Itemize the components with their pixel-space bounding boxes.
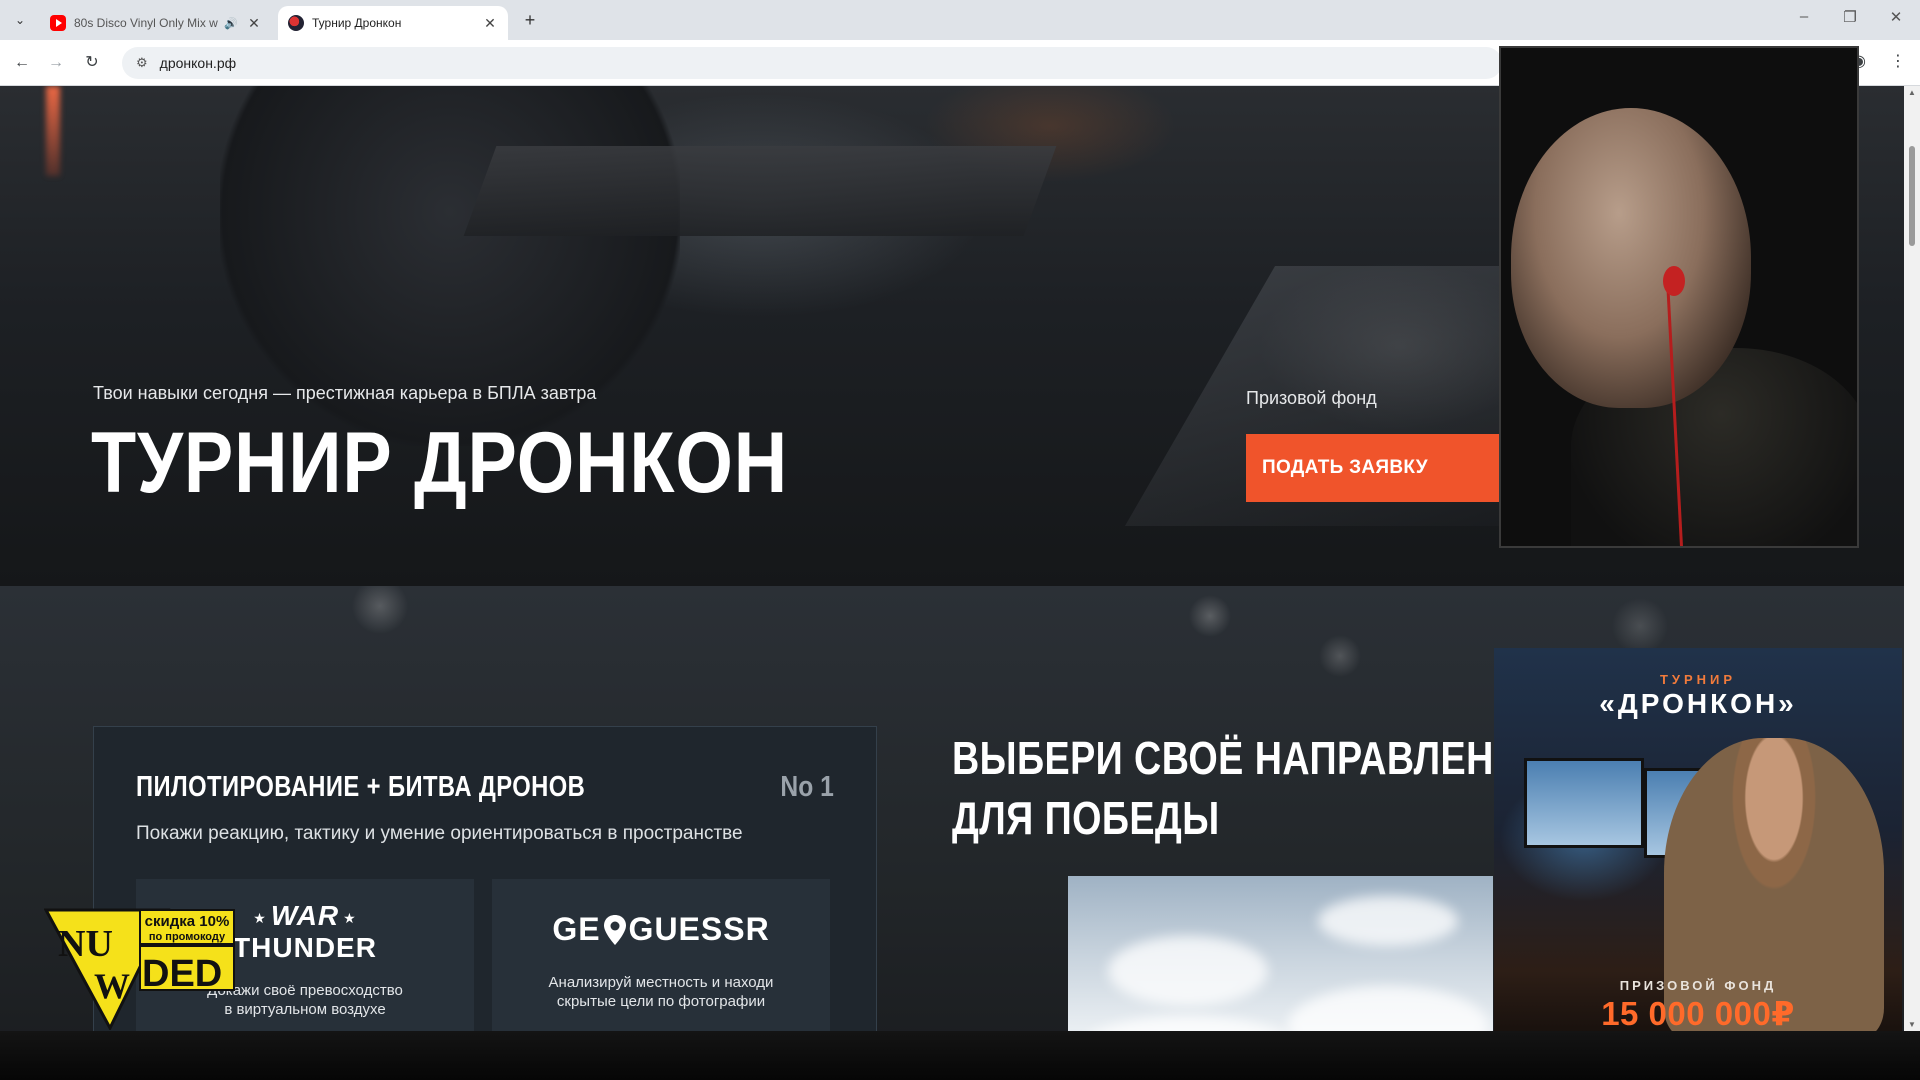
gamer-image xyxy=(1664,738,1884,1038)
chevron-down-icon: ⌄ xyxy=(14,13,26,27)
site-info-icon[interactable]: ⚙ xyxy=(136,55,148,71)
tab-title: Турнир Дронкон xyxy=(312,16,402,30)
speaker-icon[interactable]: 🔊 xyxy=(224,17,238,30)
dronkon-icon xyxy=(288,15,304,31)
close-window-icon[interactable]: ✕ xyxy=(1876,8,1916,26)
tab-youtube[interactable]: 80s Disco Vinyl Only Mix w 🔊 ✕ xyxy=(40,6,272,40)
back-icon[interactable]: ← xyxy=(10,51,34,75)
map-pin-icon xyxy=(602,914,628,946)
minimize-icon[interactable]: – xyxy=(1784,8,1824,25)
webcam-overlay xyxy=(1499,46,1859,548)
reload-icon[interactable]: ↻ xyxy=(80,51,104,75)
bottom-background-strip xyxy=(0,1031,1920,1080)
scroll-up-icon[interactable]: ▲ xyxy=(1907,88,1917,97)
tab-strip: ⌄ 80s Disco Vinyl Only Mix w 🔊 ✕ Турнир … xyxy=(0,0,1920,40)
ad-fund-label: ПРИЗОВОЙ ФОНД xyxy=(1619,978,1777,993)
direction-number: No 1 xyxy=(780,771,834,803)
address-bar[interactable]: ⚙ дронкон.рф xyxy=(122,47,1502,79)
restore-icon[interactable]: ❐ xyxy=(1830,8,1870,26)
svg-text:по промокоду: по промокоду xyxy=(149,931,226,943)
prize-fund-label: Призовой фонд xyxy=(1246,388,1377,408)
scroll-thumb[interactable] xyxy=(1909,146,1915,246)
tab-dronkon[interactable]: Турнир Дронкон ✕ xyxy=(278,6,508,40)
ad-subtitle: ТУРНИР xyxy=(1659,672,1737,687)
youtube-icon xyxy=(50,15,66,31)
apply-button[interactable]: ПОДАТЬ ЗАЯВКУ xyxy=(1246,434,1500,502)
hero-background-desk xyxy=(463,146,1057,236)
close-tab-icon[interactable]: ✕ xyxy=(246,15,262,32)
hero-background-lamp xyxy=(46,86,60,176)
page-scrollbar[interactable]: ▲ ▼ xyxy=(1904,86,1920,1031)
sponsor-sticker: NU W DED скидка 10% по промокоду xyxy=(43,906,240,1032)
hero-subtitle: Твои навыки сегодня — престижная карьера… xyxy=(93,383,597,403)
forward-icon[interactable]: → xyxy=(44,51,68,75)
prize-advertisement[interactable]: ТУРНИР «ДРОНКОН» ПРИЗОВОЙ ФОНД 15 000 00… xyxy=(1494,648,1902,1052)
ad-fund-value: 15 000 000₽ xyxy=(1601,995,1795,1032)
tab-title: 80s Disco Vinyl Only Mix w xyxy=(74,16,218,30)
svg-text:DED: DED xyxy=(142,953,222,995)
ad-title: «ДРОНКОН» xyxy=(1599,688,1797,719)
geoguessr-logo: GE GUESSR xyxy=(552,911,770,947)
directions-heading: ВЫБЕРИ СВОЁ НАПРАВЛЕНИЕ ДЛЯ ПОБЕДЫ xyxy=(952,732,1547,844)
direction-title: ПИЛОТИРОВАНИЕ + БИТВА ДРОНОВ xyxy=(136,771,586,803)
svg-text:NU: NU xyxy=(58,923,113,965)
address-text: дронкон.рф xyxy=(159,55,237,71)
direction-description: Покажи реакцию, тактику и умение ориенти… xyxy=(136,823,743,844)
svg-text:W: W xyxy=(94,966,130,1006)
star-icon: ★ xyxy=(343,909,357,926)
tab-search-button[interactable]: ⌄ xyxy=(8,8,32,32)
new-tab-button[interactable]: + xyxy=(518,10,542,32)
game-description: Анализируй местность и находи скрытые це… xyxy=(548,974,774,1010)
star-icon: ★ xyxy=(253,909,267,926)
scroll-down-icon[interactable]: ▼ xyxy=(1907,1020,1917,1029)
page-title: ТУРНИР ДРОНКОН xyxy=(91,415,789,511)
svg-text:скидка 10%: скидка 10% xyxy=(145,913,230,930)
close-tab-icon[interactable]: ✕ xyxy=(482,15,498,32)
menu-icon[interactable]: ⋮ xyxy=(1890,51,1906,71)
